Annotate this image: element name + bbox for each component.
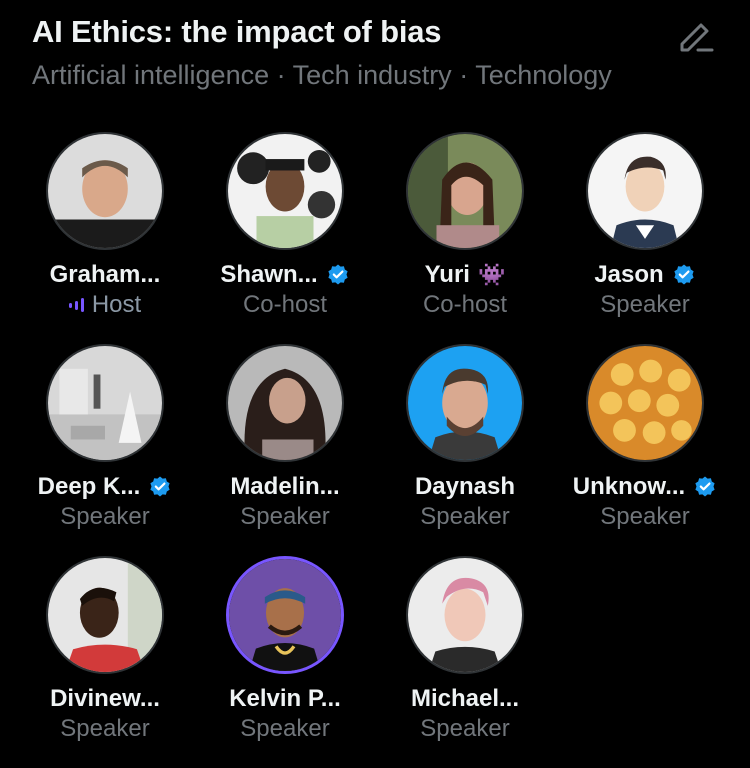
space-title: AI Ethics: the impact of bias (32, 14, 442, 49)
participant-name: Kelvin P... (229, 685, 341, 712)
role-row: Speaker (420, 502, 509, 532)
role-row: Speaker (60, 714, 149, 744)
avatar (586, 344, 704, 462)
role-row: Speaker (240, 714, 329, 744)
edit-button[interactable] (674, 14, 716, 56)
participants-grid: Graham... Host Shawn... Co-host Yuri 👾 C… (15, 132, 735, 768)
participant-card[interactable]: Jason Speaker (555, 132, 735, 344)
role-row: Co-host (243, 290, 327, 320)
role-row: Host (68, 290, 142, 320)
participant-role: Speaker (240, 715, 330, 742)
participant-card[interactable]: Yuri 👾 Co-host (375, 132, 555, 344)
avatar (226, 132, 344, 250)
avatar (406, 556, 524, 674)
participant-name: Jason (594, 261, 664, 288)
space-header: AI Ethics: the impact of bias Artificial… (32, 12, 710, 92)
participant-card[interactable]: Deep K... Speaker (15, 344, 195, 556)
verified-badge-icon (674, 264, 694, 285)
role-row: Speaker (60, 502, 149, 532)
participant-card[interactable]: Shawn... Co-host (195, 132, 375, 344)
avatar (46, 556, 164, 674)
participant-card[interactable]: Unknow... Speaker (555, 344, 735, 556)
verified-badge-icon (150, 476, 170, 497)
participant-role: Host (91, 291, 142, 318)
role-row: Speaker (420, 714, 509, 744)
name-row: Deep K... (38, 472, 173, 502)
name-row: Divinew... (50, 684, 160, 714)
participant-card[interactable]: Kelvin P... Speaker (195, 556, 375, 768)
avatar (406, 344, 524, 462)
name-row: Unknow... (573, 472, 717, 502)
name-row: Daynash (415, 472, 515, 502)
participant-name: Michael... (410, 685, 520, 712)
participant-name: Daynash (414, 473, 516, 500)
name-row: Michael... (411, 684, 519, 714)
participant-card[interactable]: Madelin... Speaker (195, 344, 375, 556)
participant-role: Speaker (60, 503, 150, 530)
participant-card[interactable]: Michael... Speaker (375, 556, 555, 768)
pencil-edit-icon (680, 23, 714, 52)
participant-name: Shawn... (220, 261, 318, 288)
participant-role: Speaker (420, 503, 510, 530)
role-row: Speaker (600, 502, 689, 532)
avatar (586, 132, 704, 250)
participant-role: Speaker (600, 503, 690, 530)
verified-badge-icon (328, 264, 348, 285)
space-topics: Artificial intelligence · Tech industry … (32, 60, 612, 90)
participant-name: Graham... (49, 261, 161, 288)
participant-role: Co-host (242, 291, 328, 318)
participant-name: Yuri (424, 261, 470, 288)
name-row: Yuri 👾 (425, 260, 506, 290)
audio-bars-icon (68, 295, 84, 315)
participant-role: Co-host (422, 291, 508, 318)
participant-name: Unknow... (572, 473, 686, 500)
participant-card[interactable]: Divinew... Speaker (15, 556, 195, 768)
role-row: Speaker (600, 290, 689, 320)
name-row: Shawn... (220, 260, 349, 290)
name-row: Jason (594, 260, 695, 290)
participant-role: Speaker (240, 503, 330, 530)
participant-card[interactable]: Graham... Host (15, 132, 195, 344)
participant-name: Divinew... (50, 685, 160, 712)
participant-card[interactable]: Daynash Speaker (375, 344, 555, 556)
avatar (46, 132, 164, 250)
avatar (226, 344, 344, 462)
alien-monster-emoji: 👾 (477, 262, 506, 287)
participant-role: Speaker (60, 715, 150, 742)
name-row: Graham... (50, 260, 161, 290)
participant-role: Speaker (420, 715, 510, 742)
avatar (46, 344, 164, 462)
participant-name: Madelin... (230, 473, 340, 500)
role-row: Co-host (423, 290, 507, 320)
role-row: Speaker (240, 502, 329, 532)
verified-badge-icon (695, 476, 715, 497)
name-row: Madelin... (230, 472, 339, 502)
name-row: Kelvin P... (229, 684, 341, 714)
participant-name: Deep K... (37, 473, 141, 500)
avatar (406, 132, 524, 250)
participant-role: Speaker (600, 291, 690, 318)
avatar (226, 556, 344, 674)
